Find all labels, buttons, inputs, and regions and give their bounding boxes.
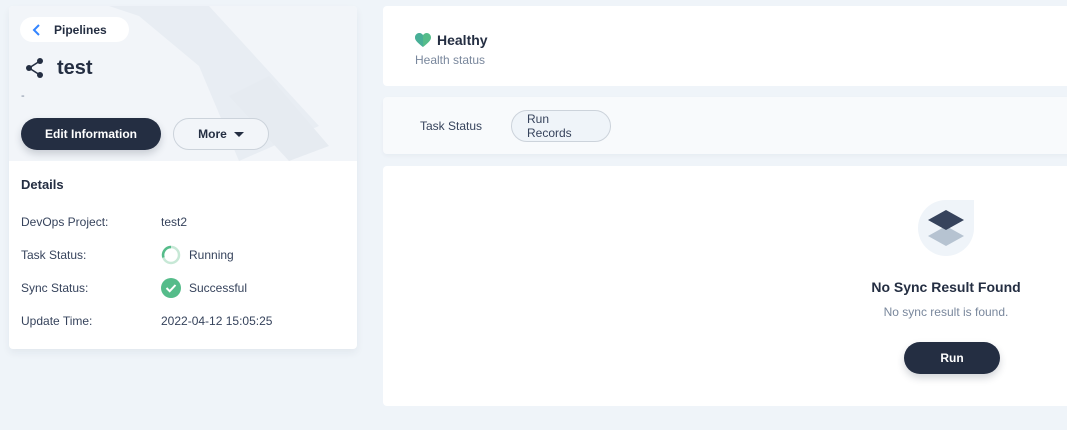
details-heading: Details	[21, 177, 64, 192]
pipeline-detail-page: Pipelines test - Edit Information More D…	[0, 0, 1067, 430]
health-status-value: Healthy	[437, 32, 488, 48]
heart-icon	[415, 33, 431, 47]
pipeline-info-header: Pipelines test - Edit Information More	[9, 6, 357, 161]
caret-down-icon	[233, 131, 244, 137]
detail-key: Task Status:	[21, 248, 87, 262]
tabs-bar: Task Status Run Records	[383, 97, 1067, 154]
chevron-left-icon	[32, 23, 40, 36]
health-status-card: Healthy Health status	[383, 6, 1067, 86]
page-title: test	[57, 56, 93, 79]
success-check-icon	[161, 278, 181, 298]
detail-key: DevOps Project:	[21, 215, 109, 229]
pipeline-description: -	[21, 90, 25, 102]
back-to-pipelines-button[interactable]: Pipelines	[20, 17, 129, 42]
empty-state-title: No Sync Result Found	[871, 279, 1021, 295]
running-spinner-icon	[161, 245, 181, 265]
run-records-panel: No Sync Result Found No sync result is f…	[383, 166, 1067, 406]
detail-value-wrap: Successful	[161, 278, 247, 298]
detail-value: test2	[161, 215, 188, 229]
tab-task-status[interactable]: Task Status	[405, 110, 497, 142]
detail-value-wrap: Running	[161, 245, 234, 265]
detail-row-sync-status: Sync Status: Successful	[21, 277, 341, 299]
sync-status-value: Successful	[189, 281, 248, 295]
tab-run-records[interactable]: Run Records	[511, 110, 611, 142]
detail-value: 2022-04-12 15:05:25	[161, 314, 273, 328]
pipeline-title-row: test	[24, 56, 93, 80]
more-dropdown-button[interactable]: More	[173, 118, 269, 150]
run-button[interactable]: Run	[904, 342, 1000, 374]
detail-row-update-time: Update Time: 2022-04-12 15:05:25	[21, 310, 341, 332]
edit-information-button[interactable]: Edit Information	[21, 118, 161, 150]
detail-key: Update Time:	[21, 314, 93, 328]
empty-state-message: No sync result is found.	[883, 305, 1009, 319]
back-label: Pipelines	[54, 22, 107, 37]
health-status-label: Health status	[415, 53, 486, 67]
layers-icon	[918, 200, 974, 256]
detail-row-devops-project: DevOps Project: test2	[21, 211, 341, 233]
task-status-value: Running	[189, 248, 234, 262]
pipeline-icon	[26, 58, 43, 78]
detail-key: Sync Status:	[21, 281, 89, 295]
pipeline-info-card: Pipelines test - Edit Information More D…	[9, 6, 357, 349]
more-label: More	[198, 127, 227, 141]
detail-row-task-status: Task Status: Running	[21, 244, 341, 266]
